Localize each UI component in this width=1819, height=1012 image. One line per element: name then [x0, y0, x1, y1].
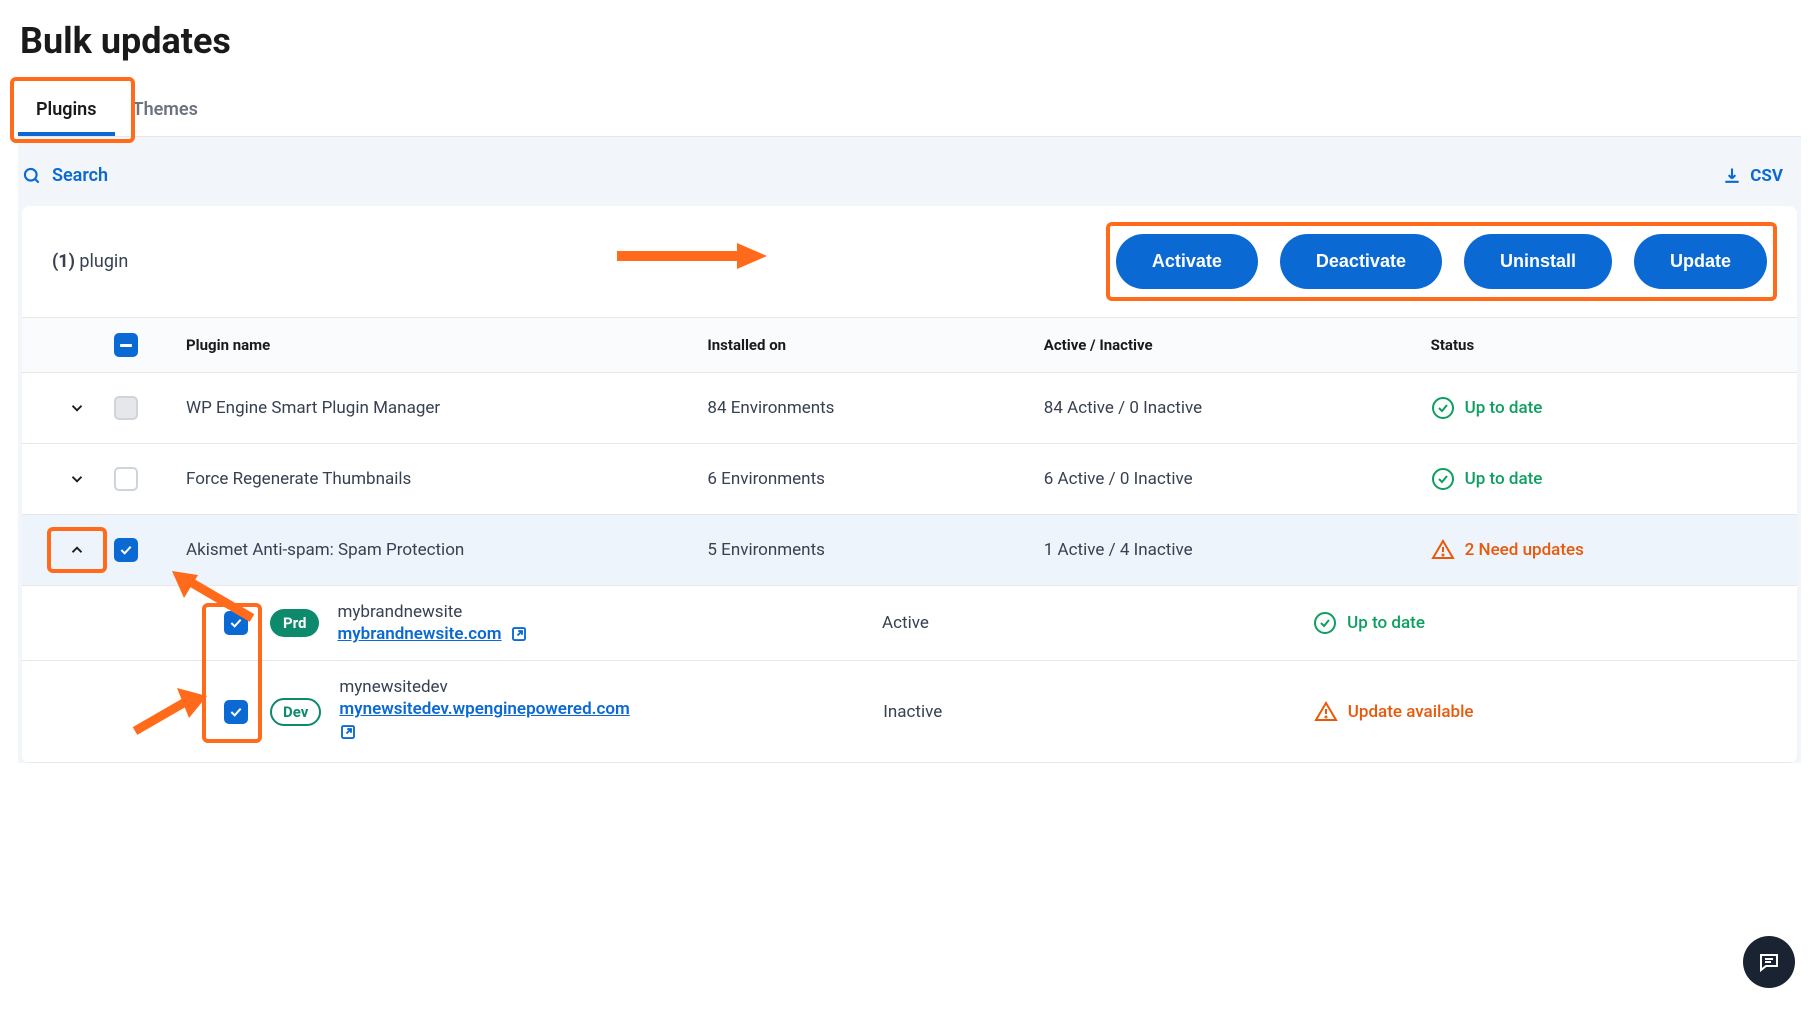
update-button[interactable]: Update	[1634, 234, 1767, 289]
row-checkbox[interactable]	[114, 467, 138, 491]
active-count: 84 Active / 0 Inactive	[1044, 398, 1431, 418]
plugin-name: WP Engine Smart Plugin Manager	[150, 398, 707, 418]
chevron-down-icon	[68, 470, 86, 488]
status-text: Update available	[1348, 702, 1474, 722]
select-all-checkbox[interactable]	[114, 333, 138, 357]
site-url-link[interactable]: mybrandnewsite.com	[337, 624, 501, 644]
external-link-icon[interactable]	[510, 625, 528, 643]
table-header: Plugin name Installed on Active / Inacti…	[22, 318, 1797, 373]
search-button[interactable]: Search	[22, 165, 108, 186]
csv-export-button[interactable]: CSV	[1722, 166, 1783, 186]
row-checkbox[interactable]	[114, 538, 138, 562]
chevron-up-icon	[68, 541, 86, 559]
status-text: Up to date	[1465, 469, 1543, 489]
expand-toggle[interactable]	[64, 466, 90, 492]
selection-count: (1) plugin	[52, 251, 128, 272]
table-row: Force Regenerate Thumbnails 6 Environmen…	[22, 444, 1797, 515]
table-row: WP Engine Smart Plugin Manager 84 Enviro…	[22, 373, 1797, 444]
search-icon	[22, 166, 42, 186]
col-header-installed: Installed on	[707, 336, 1043, 354]
status-text: Up to date	[1347, 613, 1425, 633]
status-text: 2 Need updates	[1465, 540, 1584, 560]
activate-button[interactable]: Activate	[1116, 234, 1258, 289]
table-row: Akismet Anti-spam: Spam Protection 5 Env…	[22, 515, 1797, 586]
deactivate-button[interactable]: Deactivate	[1280, 234, 1442, 289]
expand-toggle[interactable]	[64, 537, 90, 563]
col-header-status: Status	[1431, 336, 1767, 354]
env-badge-prd: Prd	[270, 609, 319, 637]
installed-count: 84 Environments	[707, 398, 1043, 418]
tab-plugins[interactable]: Plugins	[18, 87, 115, 136]
environment-row: Dev mynewsitedev mynewsitedev.wpenginepo…	[22, 661, 1797, 763]
plugin-name: Force Regenerate Thumbnails	[150, 469, 707, 489]
check-circle-icon	[1313, 611, 1337, 635]
env-badge-dev: Dev	[270, 698, 321, 726]
env-checkbox[interactable]	[224, 611, 248, 635]
installed-count: 5 Environments	[707, 540, 1043, 560]
col-header-active: Active / Inactive	[1044, 336, 1431, 354]
env-activity: Inactive	[883, 702, 1314, 722]
environment-row: Prd mybrandnewsite mybrandnewsite.com Ac…	[22, 586, 1797, 661]
expand-toggle[interactable]	[64, 395, 90, 421]
env-checkbox[interactable]	[224, 700, 248, 724]
csv-label: CSV	[1750, 166, 1783, 186]
uninstall-button[interactable]: Uninstall	[1464, 234, 1612, 289]
page-title: Bulk updates	[20, 20, 1801, 62]
status-text: Up to date	[1465, 398, 1543, 418]
check-circle-icon	[1431, 467, 1455, 491]
download-icon	[1722, 166, 1742, 186]
row-checkbox[interactable]	[114, 396, 138, 420]
bulk-action-buttons: Activate Deactivate Uninstall Update	[1116, 234, 1767, 289]
site-name: mybrandnewsite	[337, 602, 882, 622]
active-count: 6 Active / 0 Inactive	[1044, 469, 1431, 489]
chevron-down-icon	[68, 399, 86, 417]
site-name: mynewsitedev	[339, 677, 883, 697]
external-link-icon[interactable]	[339, 723, 357, 741]
tab-themes[interactable]: Themes	[115, 87, 216, 136]
plugin-name: Akismet Anti-spam: Spam Protection	[150, 540, 707, 560]
chat-icon	[1757, 950, 1781, 974]
env-activity: Active	[882, 613, 1313, 633]
alert-icon	[1431, 538, 1455, 562]
installed-count: 6 Environments	[707, 469, 1043, 489]
search-label: Search	[52, 165, 108, 186]
site-url-link[interactable]: mynewsitedev.wpenginepowered.com	[339, 699, 629, 719]
col-header-name: Plugin name	[150, 336, 707, 354]
tabs: Plugins Themes	[18, 87, 1801, 137]
active-count: 1 Active / 4 Inactive	[1044, 540, 1431, 560]
chat-fab[interactable]	[1743, 936, 1795, 988]
check-circle-icon	[1431, 396, 1455, 420]
plugins-card: (1) plugin Activate Deactivate Uninstall…	[22, 206, 1797, 763]
alert-icon	[1314, 700, 1338, 724]
card-header: (1) plugin Activate Deactivate Uninstall…	[22, 206, 1797, 318]
toolbar: Search CSV	[18, 151, 1801, 206]
